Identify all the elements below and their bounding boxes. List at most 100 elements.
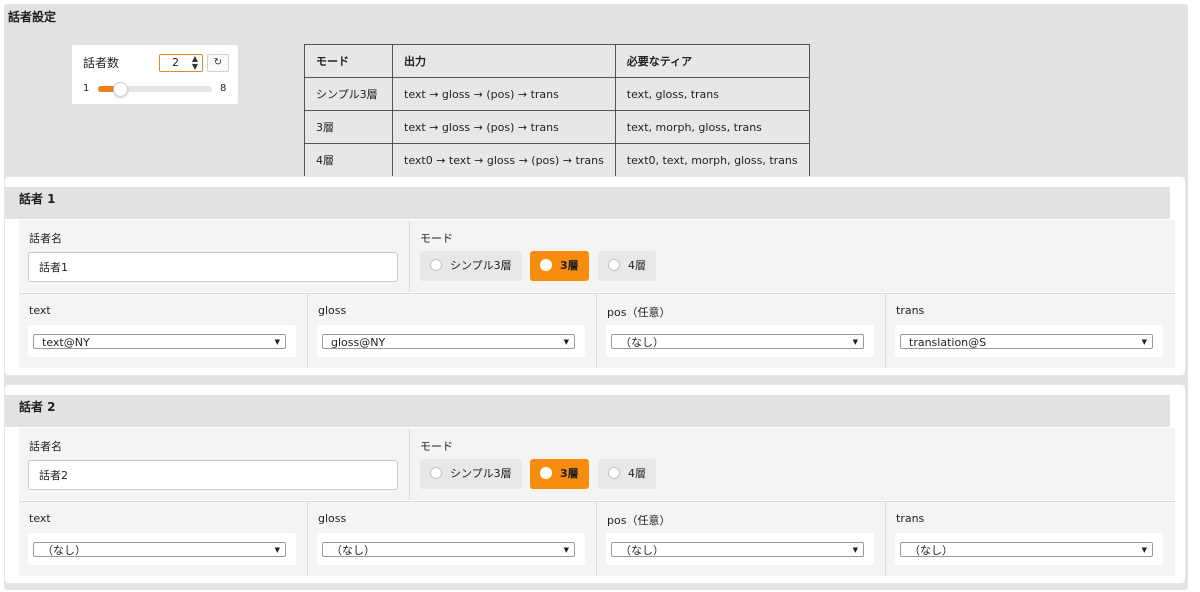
- tier-label: pos（任意）: [607, 514, 671, 527]
- tier-select-box: （なし） ▼: [895, 533, 1163, 565]
- radio-label: 4層: [628, 467, 646, 480]
- table-cell: text → gloss → (pos) → trans: [392, 110, 616, 144]
- tier-select-gloss[interactable]: gloss@NY ▼: [322, 334, 575, 349]
- refresh-icon: ↻: [213, 57, 223, 68]
- tier-select-row: text text@NY ▼ gloss gloss@NY ▼ pos（任意）: [19, 293, 1175, 368]
- tier-field-trans: trans （なし） ▼: [886, 502, 1174, 576]
- radio-circle-icon: [430, 259, 442, 271]
- tier-select-value: text@NY: [42, 336, 90, 349]
- radio-label: シンプル3層: [450, 259, 512, 272]
- mode-radio-group: モード シンプル3層 3層 4層: [410, 428, 1175, 500]
- speaker-count-box: 話者数 2 ▲ ▼ ↻ 1 8: [72, 45, 238, 104]
- table-cell: 4層: [304, 143, 393, 177]
- tier-select-trans[interactable]: （なし） ▼: [900, 542, 1153, 557]
- table-cell: text0, text, morph, gloss, trans: [614, 143, 810, 177]
- caret-down-icon: ▼: [563, 546, 569, 554]
- speaker-name-label: 話者名: [29, 232, 62, 245]
- tier-select-pos[interactable]: （なし） ▼: [611, 542, 864, 557]
- table-cell: text, morph, gloss, trans: [614, 110, 810, 144]
- radio-circle-icon: [430, 467, 442, 479]
- tier-label: trans: [896, 512, 925, 525]
- speaker-card-header: 話者 1: [5, 187, 1170, 219]
- speaker-name-field-group: 話者名 話者2: [19, 428, 410, 500]
- caret-down-icon: ▼: [274, 546, 280, 554]
- table-row: シンプル3層 text → gloss → (pos) → trans text…: [304, 77, 810, 111]
- table-header: 必要なティア: [614, 44, 810, 78]
- tier-select-value: （なし）: [620, 544, 664, 557]
- speaker-name-input[interactable]: 話者1: [28, 252, 398, 282]
- mode-table: モード 出力 必要なティア シンプル3層 text → gloss → (pos…: [304, 44, 810, 177]
- table-header-row: モード 出力 必要なティア: [304, 44, 810, 78]
- mode-radio-simple3[interactable]: シンプル3層: [420, 251, 522, 281]
- slider-handle[interactable]: [113, 82, 129, 97]
- mode-radio-3layer[interactable]: 3層: [530, 459, 589, 489]
- caret-down-icon: ▼: [274, 338, 280, 346]
- tier-select-value: （なし）: [620, 336, 664, 349]
- tier-select-trans[interactable]: translation@S ▼: [900, 334, 1153, 349]
- mode-radio-3layer[interactable]: 3層: [530, 251, 589, 281]
- spinner-arrows-icon[interactable]: ▲ ▼: [192, 55, 198, 71]
- table-header: モード: [304, 44, 393, 78]
- table-cell: シンプル3層: [304, 77, 393, 111]
- tier-select-value: （なし）: [909, 544, 953, 557]
- table-cell: 3層: [304, 110, 393, 144]
- tier-select-row: text （なし） ▼ gloss （なし） ▼ pos（任意） （なし） ▼ …: [19, 501, 1175, 576]
- table-cell: text0 → text → gloss → (pos) → trans: [392, 143, 616, 177]
- mode-radio-group: モード シンプル3層 3層 4層: [410, 220, 1175, 292]
- tier-field-text: text （なし） ▼: [19, 502, 308, 576]
- radio-label: 3層: [560, 467, 579, 480]
- mode-radio-4layer[interactable]: 4層: [598, 459, 656, 489]
- tier-select-box: （なし） ▼: [606, 325, 874, 357]
- speaker-card-header: 話者 2: [5, 395, 1170, 427]
- table-row: 4層 text0 → text → gloss → (pos) → trans …: [304, 143, 810, 177]
- mode-label: モード: [420, 232, 453, 245]
- caret-down-icon: ▼: [1141, 338, 1147, 346]
- radio-circle-icon: [608, 259, 620, 271]
- speaker-name-field-group: 話者名 話者1: [19, 220, 410, 292]
- tier-select-box: translation@S ▼: [895, 325, 1163, 357]
- slider-min-label: 1: [83, 83, 90, 94]
- caret-down-icon: ▼: [852, 546, 858, 554]
- speaker-count-input[interactable]: 2 ▲ ▼: [159, 54, 203, 72]
- tier-select-text[interactable]: （なし） ▼: [33, 542, 286, 557]
- radio-label: 3層: [560, 259, 579, 272]
- tier-label: text: [29, 304, 51, 317]
- speaker-count-value: 2: [172, 56, 179, 69]
- reset-button[interactable]: ↻: [207, 54, 229, 72]
- caret-down-icon: ▼: [563, 338, 569, 346]
- tier-field-gloss: gloss （なし） ▼: [308, 502, 597, 576]
- tier-field-text: text text@NY ▼: [19, 294, 308, 368]
- tier-label: text: [29, 512, 51, 525]
- caret-down-icon: ▼: [1141, 546, 1147, 554]
- table-row: 3層 text → gloss → (pos) → trans text, mo…: [304, 110, 810, 144]
- tier-field-pos: pos（任意） （なし） ▼: [597, 502, 886, 576]
- table-cell: text → gloss → (pos) → trans: [392, 77, 616, 111]
- tier-select-value: translation@S: [909, 336, 987, 349]
- tier-select-text[interactable]: text@NY ▼: [33, 334, 286, 349]
- mode-radio-simple3[interactable]: シンプル3層: [420, 459, 522, 489]
- tier-select-pos[interactable]: （なし） ▼: [611, 334, 864, 349]
- table-header: 出力: [392, 44, 616, 78]
- radio-label: 4層: [628, 259, 646, 272]
- tier-select-box: （なし） ▼: [606, 533, 874, 565]
- tier-label: gloss: [318, 304, 347, 317]
- tier-select-gloss[interactable]: （なし） ▼: [322, 542, 575, 557]
- tier-select-value: （なし）: [331, 544, 375, 557]
- tier-label: gloss: [318, 512, 347, 525]
- mode-radio-4layer[interactable]: 4層: [598, 251, 656, 281]
- tier-select-value: （なし）: [42, 544, 86, 557]
- tier-select-box: text@NY ▼: [28, 325, 296, 357]
- speaker-name-label: 話者名: [29, 440, 62, 453]
- speaker-name-input[interactable]: 話者2: [28, 460, 398, 490]
- speaker-name-mode-row: 話者名 話者2 モード シンプル3層 3層 4層: [19, 428, 1175, 500]
- tier-field-gloss: gloss gloss@NY ▼: [308, 294, 597, 368]
- tier-select-box: （なし） ▼: [317, 533, 585, 565]
- table-cell: text, gloss, trans: [614, 77, 810, 111]
- speaker-count-slider[interactable]: [98, 82, 212, 97]
- speaker-title: 話者 1: [19, 192, 56, 206]
- mode-label: モード: [420, 440, 453, 453]
- radio-circle-icon: [608, 467, 620, 479]
- tier-field-trans: trans translation@S ▼: [886, 294, 1174, 368]
- caret-down-icon: ▼: [852, 338, 858, 346]
- tier-select-box: （なし） ▼: [28, 533, 296, 565]
